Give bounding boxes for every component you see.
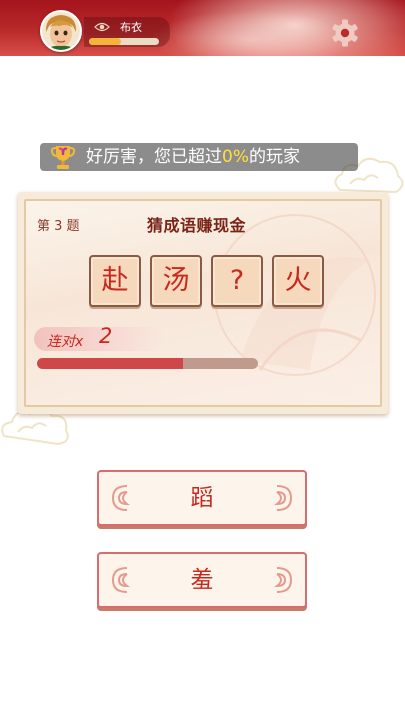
scroll-ornament-right-icon — [273, 485, 293, 511]
header-sheen-2 — [150, 10, 350, 56]
rank-name: 布衣 — [120, 22, 142, 34]
xp-bar-fill — [89, 38, 121, 45]
player-avatar-icon[interactable] — [40, 10, 82, 52]
scroll-ornament-left-icon — [111, 567, 131, 593]
idiom-tile-2: 汤 — [150, 255, 202, 307]
answer-label-2: 羞 — [190, 567, 214, 593]
idiom-tile-4: 火 — [272, 255, 324, 307]
banner-percent: 0% — [222, 147, 249, 167]
banner-suffix: 的玩家 — [248, 147, 300, 167]
answer-button-2[interactable]: 羞 — [97, 552, 307, 608]
timer-progress-bar — [37, 358, 258, 369]
card-title: 猜成语赚现金 — [147, 216, 247, 235]
answer-label-1: 蹈 — [190, 485, 214, 511]
combo-count: 2 — [99, 324, 113, 348]
gear-icon[interactable] — [330, 18, 360, 48]
eye-rank-icon — [94, 22, 110, 32]
answer-button-1[interactable]: 蹈 — [97, 470, 307, 526]
timer-progress-fill — [37, 358, 183, 369]
banner-text: 好厉害，您已超过0%的玩家 — [86, 146, 300, 168]
trophy-icon — [50, 146, 76, 169]
idiom-tile-blank: ? — [211, 255, 263, 307]
question-number: 第 3 题 — [37, 219, 80, 234]
idiom-tile-1: 赴 — [89, 255, 141, 307]
scroll-ornament-right-icon — [273, 567, 293, 593]
combo-label: 连对x — [47, 334, 84, 350]
xp-bar — [89, 38, 159, 45]
banner-prefix: 好厉害，您已超过 — [86, 147, 222, 167]
scroll-ornament-left-icon — [111, 485, 131, 511]
